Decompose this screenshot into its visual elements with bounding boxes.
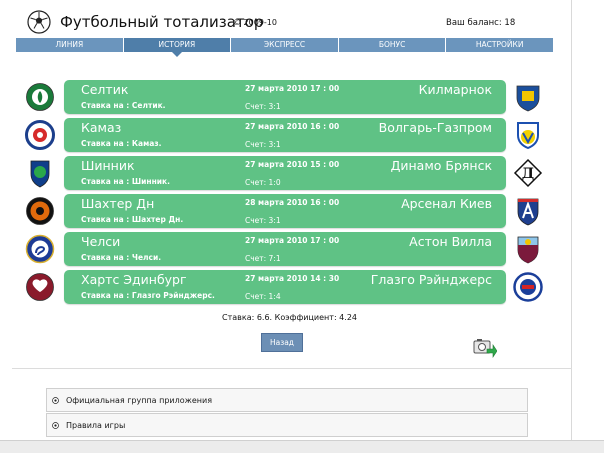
back-button[interactable]: Назад (261, 333, 303, 352)
window-bottom-strip (0, 440, 604, 453)
match-date: 28 марта 2010 16 : 00 (245, 198, 340, 207)
bet-text: Ставка на : Шахтер Дн. (81, 215, 184, 224)
home-team-crest-icon (26, 197, 54, 225)
ball-bullet-icon (52, 422, 59, 429)
football-logo-icon (27, 10, 51, 34)
home-team-crest-icon (26, 273, 54, 301)
away-team-name: Арсенал Киев (401, 196, 492, 211)
match-card[interactable]: Шахтер Дн Ставка на : Шахтер Дн. 28 март… (64, 194, 506, 228)
home-team-crest-icon (26, 83, 54, 111)
bet-text: Ставка на : Камаз. (81, 139, 162, 148)
tab-express[interactable]: ЭКСПРЕСС (231, 38, 338, 52)
home-team-crest-icon (30, 160, 50, 188)
match-score: Счет: 3:1 (245, 102, 281, 111)
bet-summary: Ставка: 6.6. Коэффициент: 4.24 (222, 313, 357, 322)
link-label: Правила игры (66, 421, 126, 430)
away-team-crest-icon (513, 272, 543, 302)
bet-text: Ставка на : Селтик. (81, 101, 166, 110)
home-team-name: Хартс Эдинбург (81, 272, 187, 287)
match-score: Счет: 3:1 (245, 216, 281, 225)
match-date: 27 марта 2010 16 : 00 (245, 122, 340, 131)
match-score: Счет: 1:0 (245, 178, 281, 187)
bet-text: Ставка на : Шинник. (81, 177, 170, 186)
match-card[interactable]: Хартс Эдинбург Ставка на : Глазго Рэйндж… (64, 270, 506, 304)
game-rules-link[interactable]: Правила игры (46, 413, 528, 437)
match-row: Хартс Эдинбург Ставка на : Глазго Рэйндж… (0, 269, 604, 306)
tab-bonus[interactable]: БОНУС (338, 38, 446, 52)
match-row: Селтик Ставка на : Селтик. 27 марта 2010… (0, 79, 604, 116)
home-team-name: Шинник (81, 158, 135, 173)
link-label: Официальная группа приложения (66, 396, 213, 405)
match-card[interactable]: Шинник Ставка на : Шинник. 27 марта 2010… (64, 156, 506, 190)
match-card[interactable]: Камаз Ставка на : Камаз. 27 марта 2010 1… (64, 118, 506, 152)
svg-text:Д: Д (522, 166, 534, 182)
tab-history[interactable]: ИСТОРИЯ (123, 38, 231, 57)
official-group-link[interactable]: Официальная группа приложения (46, 388, 528, 412)
main-nav: ЛИНИЯ ИСТОРИЯ ЭКСПРЕСС БОНУС НАСТРОЙКИ (16, 38, 553, 57)
bet-text: Ставка на : Глазго Рэйнджерс. (81, 291, 215, 300)
match-card[interactable]: Селтик Ставка на : Селтик. 27 марта 2010… (64, 80, 506, 114)
home-team-name: Селтик (81, 82, 129, 97)
home-team-crest-icon (25, 120, 55, 150)
match-date: 27 марта 2010 17 : 00 (245, 84, 340, 93)
match-date: 27 марта 2010 14 : 30 (245, 274, 340, 283)
away-team-name: Астон Вилла (409, 234, 492, 249)
match-date: 27 марта 2010 15 : 00 (245, 160, 340, 169)
balance-text: Ваш баланс: 18 (446, 18, 516, 28)
bet-text: Ставка на : Челси. (81, 253, 162, 262)
match-score: Счет: 3:1 (245, 140, 281, 149)
ball-bullet-icon (52, 397, 59, 404)
copyright-text: © 2009-10 (233, 18, 277, 27)
match-row: Шинник Ставка на : Шинник. 27 марта 2010… (0, 155, 604, 192)
match-row: Камаз Ставка на : Камаз. 27 марта 2010 1… (0, 117, 604, 154)
away-team-name: Килмарнок (418, 82, 492, 97)
match-score: Счет: 7:1 (245, 254, 281, 263)
away-team-name: Глазго Рэйнджерс (370, 272, 492, 287)
match-date: 27 марта 2010 17 : 00 (245, 236, 340, 245)
away-team-crest-icon (517, 198, 539, 226)
share-photo-icon[interactable] (473, 336, 497, 358)
home-team-crest-icon (25, 234, 55, 264)
home-team-name: Камаз (81, 120, 122, 135)
tab-line[interactable]: ЛИНИЯ (16, 38, 123, 52)
away-team-name: Волгарь-Газпром (378, 120, 492, 135)
away-team-crest-icon: Д (513, 158, 543, 188)
home-team-name: Шахтер Дн (81, 196, 155, 211)
away-team-crest-icon (517, 236, 539, 264)
away-team-crest-icon (517, 122, 539, 150)
away-team-crest-icon (516, 85, 540, 112)
match-card[interactable]: Челси Ставка на : Челси. 27 марта 2010 1… (64, 232, 506, 266)
match-row: Шахтер Дн Ставка на : Шахтер Дн. 28 март… (0, 193, 604, 230)
match-score: Счет: 1:4 (245, 292, 281, 301)
tab-settings[interactable]: НАСТРОЙКИ (446, 38, 553, 52)
section-divider (12, 368, 572, 369)
away-team-name: Динамо Брянск (390, 158, 492, 173)
home-team-name: Челси (81, 234, 121, 249)
match-row: Челси Ставка на : Челси. 27 марта 2010 1… (0, 231, 604, 268)
